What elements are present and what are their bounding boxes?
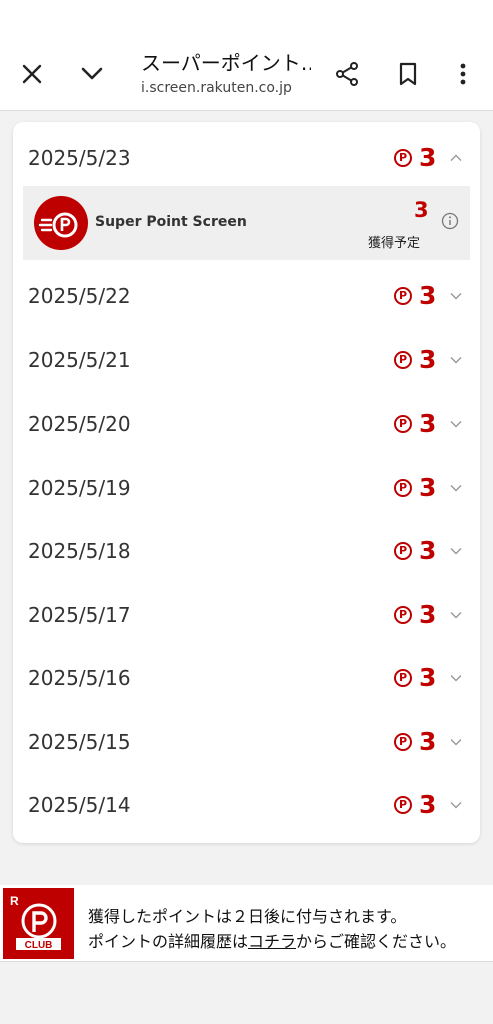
history-row[interactable]: 2025/5/20 P 3 <box>13 392 480 456</box>
history-date: 2025/5/14 <box>28 793 131 817</box>
point-icon: P <box>394 733 412 751</box>
svg-text:CLUB: CLUB <box>25 940 53 951</box>
svg-text:R: R <box>10 894 19 908</box>
page-title: スーパーポイント… <box>141 51 311 75</box>
close-icon[interactable] <box>16 58 48 90</box>
history-points: 3 <box>419 408 437 438</box>
rakuten-point-club-logo-icon: R CLUB <box>3 888 74 959</box>
point-icon: P <box>394 149 412 167</box>
detail-status: 獲得予定 <box>368 236 421 251</box>
more-vert-icon[interactable] <box>447 58 479 90</box>
browser-toolbar: スーパーポイント… i.screen.rakuten.co.jp <box>0 0 493 111</box>
point-icon: P <box>394 479 412 497</box>
point-icon: P <box>394 542 412 560</box>
history-points: 3 <box>419 344 437 374</box>
info-icon[interactable] <box>441 212 459 230</box>
detail-points: 3 <box>414 198 429 222</box>
history-date: 2025/5/15 <box>28 730 131 754</box>
history-detail: Super Point Screen 3 獲得予定 <box>23 186 470 260</box>
history-points: 3 <box>419 662 437 692</box>
history-points: 3 <box>419 472 437 502</box>
super-point-screen-logo-icon <box>34 196 88 250</box>
history-date: 2025/5/23 <box>28 146 131 170</box>
history-date: 2025/5/17 <box>28 603 131 627</box>
banner-text-line1: 獲得したポイントは２日後に付与されます。 <box>88 907 407 926</box>
chevron-down-icon[interactable] <box>449 417 463 431</box>
history-row[interactable]: 2025/5/15 P 3 <box>13 710 480 774</box>
point-icon: P <box>394 415 412 433</box>
history-row[interactable]: 2025/5/21 P 3 <box>13 328 480 392</box>
history-date: 2025/5/21 <box>28 348 131 372</box>
point-icon: P <box>394 796 412 814</box>
history-row[interactable]: 2025/5/18 P 3 <box>13 519 480 583</box>
point-icon: P <box>394 287 412 305</box>
history-points: 3 <box>419 726 437 756</box>
chevron-down-icon[interactable] <box>449 735 463 749</box>
details-link[interactable]: コチラ <box>248 932 296 951</box>
history-row[interactable]: 2025/5/17 P 3 <box>13 583 480 647</box>
info-banner: R CLUB 獲得したポイントは２日後に付与されます。 ポイントの詳細履歴はコチ… <box>0 885 493 962</box>
history-row[interactable]: 2025/5/23 P 3 <box>13 126 480 190</box>
chevron-down-icon[interactable] <box>76 58 108 90</box>
page-url[interactable]: i.screen.rakuten.co.jp <box>141 80 311 96</box>
banner-text-after: からご確認ください。 <box>296 932 457 951</box>
chevron-down-icon[interactable] <box>449 481 463 495</box>
chevron-down-icon[interactable] <box>449 544 463 558</box>
chevron-down-icon[interactable] <box>449 353 463 367</box>
app-name: Super Point Screen <box>95 214 247 230</box>
bookmark-icon[interactable] <box>392 58 424 90</box>
history-points: 3 <box>419 142 437 172</box>
history-date: 2025/5/18 <box>28 539 131 563</box>
history-date: 2025/5/20 <box>28 412 131 436</box>
history-date: 2025/5/22 <box>28 284 131 308</box>
history-points: 3 <box>419 535 437 565</box>
history-points: 3 <box>419 789 437 819</box>
share-icon[interactable] <box>331 58 363 90</box>
chevron-up-icon[interactable] <box>449 151 463 165</box>
history-row[interactable]: 2025/5/16 P 3 <box>13 646 480 710</box>
history-row[interactable]: 2025/5/22 P 3 <box>13 264 480 328</box>
chevron-down-icon[interactable] <box>449 289 463 303</box>
point-icon: P <box>394 669 412 687</box>
history-date: 2025/5/19 <box>28 476 131 500</box>
chevron-down-icon[interactable] <box>449 608 463 622</box>
point-history-card: 2025/5/23 P 3 Super Point Screen 3 獲得予定 … <box>13 122 480 843</box>
banner-text-line2: ポイントの詳細履歴はコチラからご確認ください。 <box>88 928 456 952</box>
chevron-down-icon[interactable] <box>449 798 463 812</box>
banner-text-before: ポイントの詳細履歴は <box>88 932 249 951</box>
point-icon: P <box>394 351 412 369</box>
history-points: 3 <box>419 280 437 310</box>
history-row[interactable]: 2025/5/14 P 3 <box>13 773 480 837</box>
point-icon: P <box>394 606 412 624</box>
chevron-down-icon[interactable] <box>449 671 463 685</box>
history-date: 2025/5/16 <box>28 666 131 690</box>
history-row[interactable]: 2025/5/19 P 3 <box>13 456 480 520</box>
history-points: 3 <box>419 599 437 629</box>
